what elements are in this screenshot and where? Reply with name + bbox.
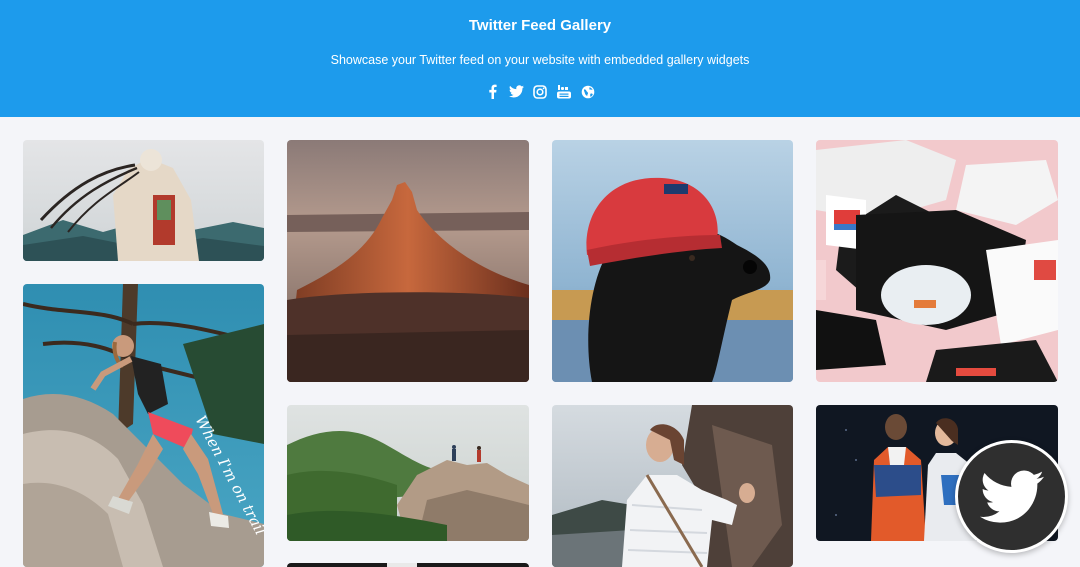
- gallery-post[interactable]: [287, 405, 529, 541]
- instagram-icon[interactable]: [533, 83, 548, 100]
- gallery-post[interactable]: [552, 405, 793, 567]
- gallery-post[interactable]: [552, 140, 793, 382]
- post-image: [287, 405, 529, 541]
- twitter-icon[interactable]: [508, 83, 524, 100]
- post-image: [287, 140, 529, 382]
- post-image: [552, 140, 793, 382]
- post-image: [23, 140, 264, 261]
- page-title: Twitter Feed Gallery: [468, 17, 612, 34]
- header-banner: Twitter Feed Gallery Showcase your Twitt…: [0, 0, 1080, 117]
- post-image: When I'm on trail: [23, 284, 264, 567]
- post-image: [287, 563, 529, 567]
- youtube-icon[interactable]: [557, 83, 572, 100]
- gallery-post[interactable]: [23, 140, 264, 261]
- twitter-floating-button[interactable]: [955, 440, 1068, 553]
- twitter-bird-icon: [979, 469, 1044, 523]
- gallery-post[interactable]: When I'm on trail: [23, 284, 264, 567]
- gallery-post[interactable]: [287, 563, 529, 567]
- globe-icon[interactable]: [581, 83, 596, 100]
- post-image: [816, 140, 1058, 382]
- social-links: [0, 83, 1080, 100]
- post-image: [552, 405, 793, 567]
- facebook-icon[interactable]: [485, 83, 500, 100]
- page-subtitle: Showcase your Twitter feed on your websi…: [330, 53, 750, 67]
- gallery-post[interactable]: [287, 140, 529, 382]
- gallery-post[interactable]: [816, 140, 1058, 382]
